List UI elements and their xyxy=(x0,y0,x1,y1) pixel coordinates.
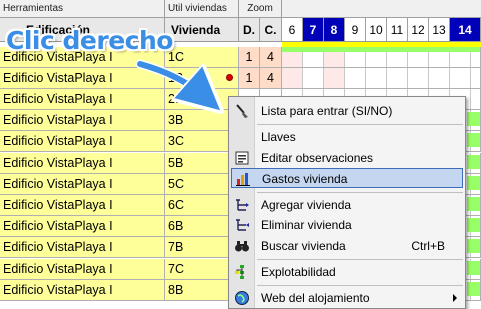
broom-icon xyxy=(236,104,248,118)
cell-edificio[interactable]: Edificio VistaPlaya I xyxy=(0,152,165,174)
cell-edificio[interactable]: Edificio VistaPlaya I xyxy=(0,237,165,259)
menu-item-label: Explotabilidad xyxy=(261,265,336,279)
add-tree-icon xyxy=(236,199,249,211)
cell-calendar[interactable] xyxy=(282,46,481,68)
menu-item-web-del-alojamiento[interactable]: Web del alojamiento xyxy=(231,288,463,308)
grid-line xyxy=(323,67,324,88)
cell-c[interactable]: 4 xyxy=(260,46,282,68)
chart-icon xyxy=(236,173,250,186)
occupancy-bar[interactable] xyxy=(467,112,480,127)
date-header-7[interactable]: 7 xyxy=(303,18,324,42)
date-header-13[interactable]: 13 xyxy=(429,18,450,42)
callout-text: Clic derecho xyxy=(6,26,173,55)
menu-item-explotabilidad[interactable]: Explotabilidad xyxy=(231,262,463,282)
date-header-14[interactable]: 14 xyxy=(450,18,481,42)
occupancy-bar[interactable] xyxy=(467,281,480,296)
date-header-6[interactable]: 6 xyxy=(282,18,303,42)
grid-line xyxy=(386,67,387,88)
menu-item-label: Llaves xyxy=(261,130,296,144)
cell-edificio[interactable]: Edificio VistaPlaya I xyxy=(0,258,165,280)
menu-item-agregar-vivienda[interactable]: Agregar vivienda xyxy=(231,195,463,215)
toolbar-util-viviendas[interactable]: Util viviendas xyxy=(165,0,239,18)
occupancy-bar[interactable] xyxy=(467,154,480,169)
globe-icon xyxy=(235,291,249,305)
table-row[interactable]: Edificio VistaPlaya I 1B 1 4 xyxy=(0,67,481,89)
date-header-12[interactable]: 12 xyxy=(408,18,429,42)
grid-line xyxy=(449,67,450,88)
observation-marker-icon[interactable] xyxy=(226,73,233,81)
toolbar-zoom[interactable]: Zoom xyxy=(239,0,282,18)
grid-line xyxy=(407,67,408,88)
cell-d[interactable]: 1 xyxy=(239,46,260,68)
menu-item-editar-observaciones[interactable]: Editar observaciones xyxy=(231,148,463,168)
menu-separator xyxy=(257,192,463,193)
toolbar-empty xyxy=(282,0,481,18)
menu-item-buscar-vivienda[interactable]: Buscar vivienda Ctrl+B xyxy=(231,236,463,256)
grid-line xyxy=(470,67,471,88)
date-header-8[interactable]: 8 xyxy=(324,18,345,42)
menu-item-llaves[interactable]: Llaves xyxy=(231,127,463,147)
context-menu: Lista para entrar (SI/NO) Llaves Editar … xyxy=(228,96,466,309)
grid-line xyxy=(344,67,345,88)
remove-tree-icon xyxy=(236,219,249,231)
date-header-9[interactable]: 9 xyxy=(345,18,366,42)
submenu-arrow-icon xyxy=(453,294,457,302)
column-header-c[interactable]: C. xyxy=(260,18,282,42)
cell-edificio[interactable]: Edificio VistaPlaya I xyxy=(0,67,165,89)
menu-item-label: Eliminar vivienda xyxy=(261,218,352,232)
toolbar-herramientas[interactable]: Herramientas xyxy=(0,0,165,18)
calendar-cell xyxy=(282,67,303,88)
cell-edificio[interactable]: Edificio VistaPlaya I xyxy=(0,194,165,217)
menu-item-lista-para-entrar[interactable]: Lista para entrar (SI/NO) xyxy=(231,101,463,121)
date-header-10[interactable]: 10 xyxy=(366,18,387,42)
cell-edificio[interactable]: Edificio VistaPlaya I xyxy=(0,131,165,153)
cell-c[interactable]: 4 xyxy=(260,67,282,89)
menu-item-label: Buscar vivienda xyxy=(261,239,346,253)
menu-item-label: Editar observaciones xyxy=(261,151,374,165)
grid-line xyxy=(470,88,471,110)
menu-item-label: Lista para entrar (SI/NO) xyxy=(261,104,393,118)
menu-separator xyxy=(257,259,463,260)
occupancy-bar[interactable] xyxy=(282,46,480,52)
column-header-vivienda[interactable]: Vivienda xyxy=(165,18,239,42)
calendar-cell xyxy=(324,67,345,88)
menu-item-label: Agregar vivienda xyxy=(261,198,352,212)
grid-line xyxy=(365,67,366,88)
notes-icon xyxy=(235,151,249,165)
hierarchy-icon xyxy=(235,265,244,279)
date-header-11[interactable]: 11 xyxy=(387,18,408,42)
occupancy-bar[interactable] xyxy=(467,239,480,254)
occupancy-bar[interactable] xyxy=(467,196,480,211)
menu-separator xyxy=(257,124,463,125)
menu-separator xyxy=(257,285,463,286)
occupancy-bar[interactable] xyxy=(467,175,480,190)
cell-edificio[interactable]: Edificio VistaPlaya I xyxy=(0,279,165,301)
occupancy-bar[interactable] xyxy=(467,133,480,148)
grid-line xyxy=(302,67,303,88)
cell-edificio[interactable]: Edificio VistaPlaya I xyxy=(0,173,165,195)
cell-edificio[interactable]: Edificio VistaPlaya I xyxy=(0,110,165,132)
occupancy-bar[interactable] xyxy=(467,218,480,233)
menu-item-shortcut: Ctrl+B xyxy=(411,239,445,253)
menu-item-gastos-vivienda[interactable]: Gastos vivienda xyxy=(231,168,463,188)
cell-edificio[interactable]: Edificio VistaPlaya I xyxy=(0,216,165,238)
menu-item-label: Web del alojamiento xyxy=(261,291,370,305)
menu-item-eliminar-vivienda[interactable]: Eliminar vivienda xyxy=(231,215,463,235)
cell-d[interactable]: 1 xyxy=(239,67,260,89)
column-header-d[interactable]: D. xyxy=(239,18,260,42)
cell-vivienda[interactable]: 1C xyxy=(165,46,239,68)
cell-calendar[interactable] xyxy=(282,67,481,89)
menu-item-label: Gastos vivienda xyxy=(262,172,348,186)
cell-edificio[interactable]: Edificio VistaPlaya I xyxy=(0,88,165,111)
occupancy-bar[interactable] xyxy=(467,260,480,275)
grid-line xyxy=(428,67,429,88)
binoculars-icon xyxy=(235,241,249,252)
